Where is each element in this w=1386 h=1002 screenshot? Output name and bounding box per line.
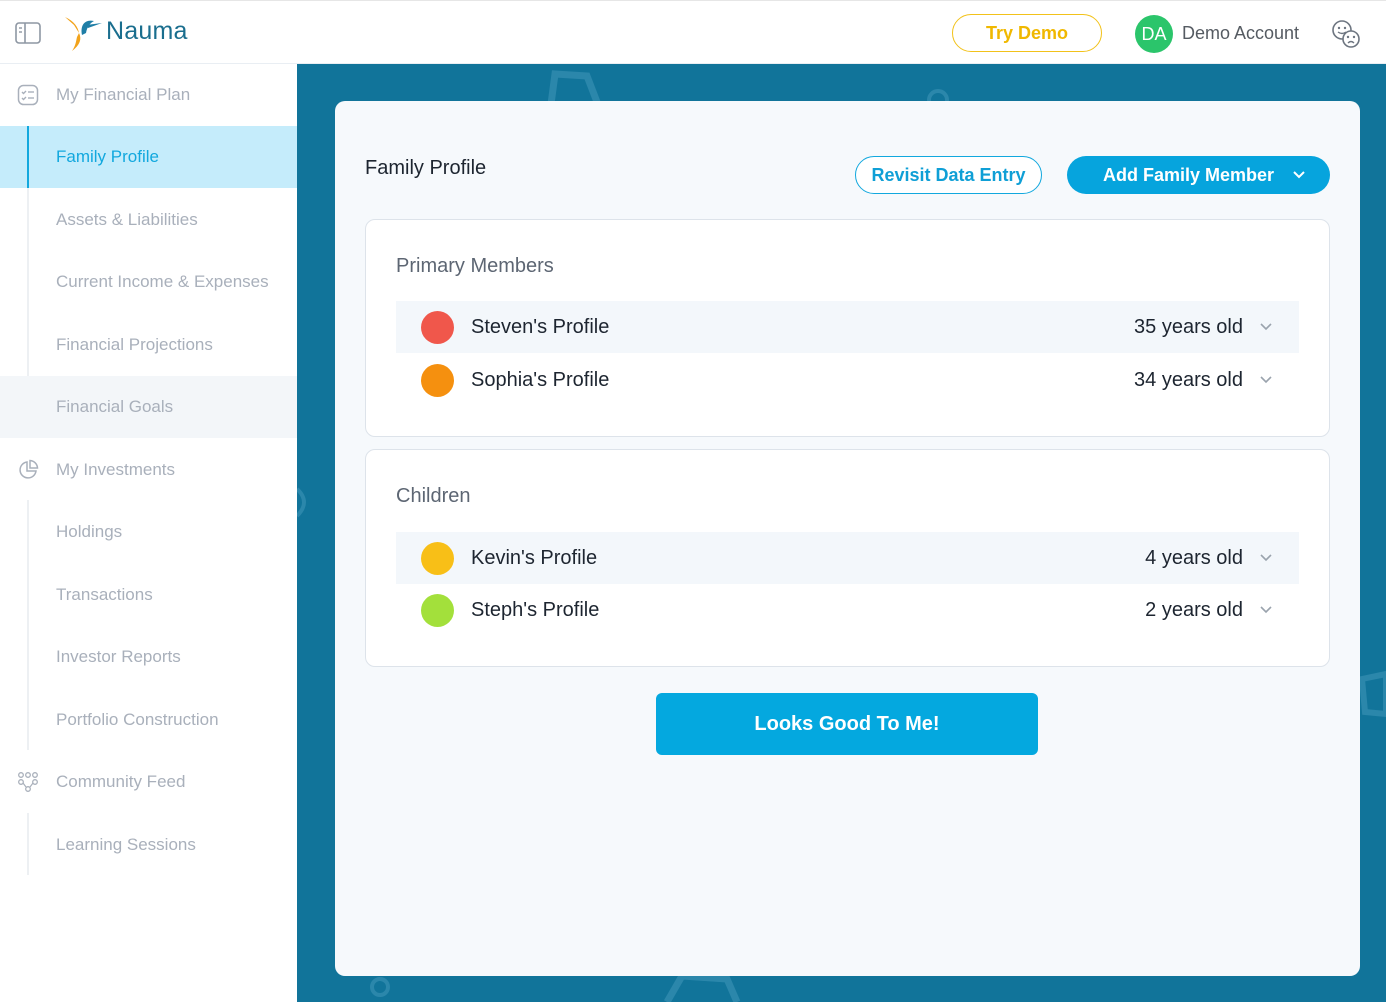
pie-chart-icon xyxy=(19,459,39,479)
children-title: Children xyxy=(396,485,471,507)
mood-faces-icon[interactable] xyxy=(1330,18,1362,50)
sidebar-item-label: Transactions xyxy=(56,585,153,604)
sidebar-item-transactions[interactable]: Transactions xyxy=(0,564,297,626)
top-bar: Nauma Try Demo DA Demo Account xyxy=(0,0,1386,64)
member-name: Kevin's Profile xyxy=(471,546,598,569)
member-name: Sophia's Profile xyxy=(471,368,610,391)
sidebar-item-portfolio-construction[interactable]: Portfolio Construction xyxy=(0,689,297,751)
member-row-steven[interactable]: Steven's Profile 35 years old xyxy=(396,301,1299,353)
sidebar-item-label: My Investments xyxy=(56,460,176,479)
sidebar-item-label: Financial Projections xyxy=(56,335,213,354)
member-age: 34 years old xyxy=(1134,368,1243,391)
looks-good-button[interactable]: Looks Good To Me! xyxy=(656,693,1038,755)
sidebar-item-label: Family Profile xyxy=(56,147,159,166)
chevron-down-icon[interactable] xyxy=(1259,551,1273,565)
sidebar-item-community-feed[interactable]: Community Feed xyxy=(0,751,297,813)
children-panel: Children Kevin's Profile 4 years old Ste… xyxy=(365,449,1330,667)
try-demo-button[interactable]: Try Demo xyxy=(952,14,1102,52)
sidebar: My Financial Plan Family Profile Assets … xyxy=(0,64,297,1002)
member-age: 4 years old xyxy=(1145,546,1243,569)
sidebar-item-learning-sessions[interactable]: Learning Sessions xyxy=(0,814,297,876)
sidebar-item-label: Current Income & Expenses xyxy=(56,272,269,291)
member-name: Steph's Profile xyxy=(471,598,600,621)
sidebar-toggle-icon[interactable] xyxy=(15,22,41,44)
member-row-kevin[interactable]: Kevin's Profile 4 years old xyxy=(396,532,1299,584)
chevron-down-icon[interactable] xyxy=(1259,320,1273,334)
sidebar-item-my-financial-plan[interactable]: My Financial Plan xyxy=(0,64,297,126)
sidebar-item-label: Learning Sessions xyxy=(56,835,196,854)
add-family-member-label: Add Family Member xyxy=(1103,164,1275,185)
member-age: 2 years old xyxy=(1145,598,1243,621)
sidebar-item-label: My Financial Plan xyxy=(56,85,191,104)
chevron-down-icon[interactable] xyxy=(1259,603,1273,617)
community-icon xyxy=(18,772,38,792)
primary-members-panel: Primary Members Steven's Profile 35 year… xyxy=(365,219,1330,437)
page-title: Family Profile xyxy=(365,157,487,179)
sidebar-item-financial-projections[interactable]: Financial Projections xyxy=(0,314,297,376)
avatar[interactable]: DA xyxy=(1135,15,1173,53)
member-row-steph[interactable]: Steph's Profile 2 years old xyxy=(396,584,1299,636)
sidebar-item-financial-goals[interactable]: Financial Goals xyxy=(0,376,297,438)
sidebar-item-income-expenses[interactable]: Current Income & Expenses xyxy=(0,251,297,313)
member-color-dot xyxy=(421,310,454,344)
account-name[interactable]: Demo Account xyxy=(1182,23,1299,44)
checklist-icon xyxy=(17,84,39,106)
primary-members-title: Primary Members xyxy=(396,255,554,277)
revisit-data-entry-button[interactable]: Revisit Data Entry xyxy=(855,156,1042,194)
sidebar-item-label: Assets & Liabilities xyxy=(56,210,198,229)
member-name: Steven's Profile xyxy=(471,315,610,338)
chevron-down-icon xyxy=(1293,171,1305,179)
member-color-dot xyxy=(421,363,454,397)
sidebar-item-label: Community Feed xyxy=(56,772,186,791)
sidebar-item-assets-liabilities[interactable]: Assets & Liabilities xyxy=(0,189,297,251)
member-color-dot xyxy=(421,541,454,575)
sidebar-item-label: Investor Reports xyxy=(56,647,181,666)
sidebar-item-investor-reports[interactable]: Investor Reports xyxy=(0,626,297,688)
chevron-down-icon[interactable] xyxy=(1259,373,1273,387)
sidebar-item-holdings[interactable]: Holdings xyxy=(0,501,297,563)
sidebar-item-my-investments[interactable]: My Investments xyxy=(0,439,297,501)
hummingbird-logo-icon xyxy=(65,17,102,51)
add-family-member-button[interactable]: Add Family Member xyxy=(1067,156,1330,194)
sidebar-item-label: Financial Goals xyxy=(56,397,174,416)
sidebar-item-label: Holdings xyxy=(56,522,123,541)
member-row-sophia[interactable]: Sophia's Profile 34 years old xyxy=(396,354,1299,406)
sidebar-item-label: Portfolio Construction xyxy=(56,710,219,729)
brand-name: Nauma xyxy=(106,17,188,45)
member-age: 35 years old xyxy=(1134,315,1243,338)
sidebar-item-family-profile[interactable]: Family Profile xyxy=(0,126,297,188)
member-color-dot xyxy=(421,593,454,627)
